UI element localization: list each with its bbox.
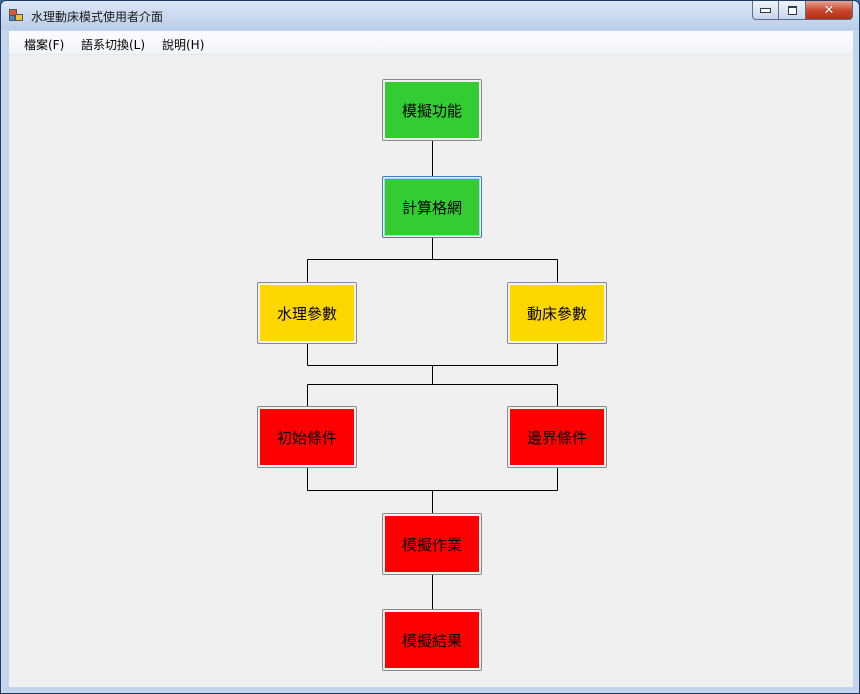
simulation-run-button[interactable]: 模擬作業 [382, 513, 482, 575]
mobile-bed-params-button[interactable]: 動床參數 [507, 282, 607, 344]
maximize-button[interactable] [779, 1, 806, 20]
app-window: 水理動床模式使用者介面 ✕ 檔案(F) 語系切換(L) 說明(H) 模擬功能 計… [0, 0, 860, 694]
maximize-icon [787, 5, 797, 15]
computational-grid-button[interactable]: 計算格網 [382, 176, 482, 238]
button-label: 模擬作業 [401, 535, 462, 554]
button-label: 初始條件 [276, 428, 337, 447]
app-icon[interactable] [9, 9, 23, 22]
minimize-button[interactable] [752, 1, 779, 20]
window-title: 水理動床模式使用者介面 [31, 10, 164, 24]
button-label: 模擬功能 [401, 101, 462, 120]
simulation-results-button[interactable]: 模擬結果 [382, 609, 482, 671]
close-button[interactable]: ✕ [806, 1, 853, 20]
initial-conditions-button[interactable]: 初始條件 [257, 406, 357, 468]
button-label: 計算格網 [401, 198, 462, 217]
hydraulic-params-button[interactable]: 水理參數 [257, 282, 357, 344]
title-bar[interactable]: 水理動床模式使用者介面 ✕ [1, 1, 859, 30]
button-label: 模擬結果 [401, 631, 462, 650]
simulate-function-button[interactable]: 模擬功能 [382, 79, 482, 141]
button-label: 邊界條件 [526, 428, 587, 447]
boundary-conditions-button[interactable]: 邊界條件 [507, 406, 607, 468]
button-label: 水理參數 [276, 304, 337, 323]
minimize-icon [760, 7, 771, 13]
close-icon: ✕ [823, 2, 835, 18]
client-area: 檔案(F) 語系切換(L) 說明(H) 模擬功能 計算格網 水理參數 動床參數 … [9, 31, 853, 687]
button-label: 動床參數 [526, 304, 587, 323]
